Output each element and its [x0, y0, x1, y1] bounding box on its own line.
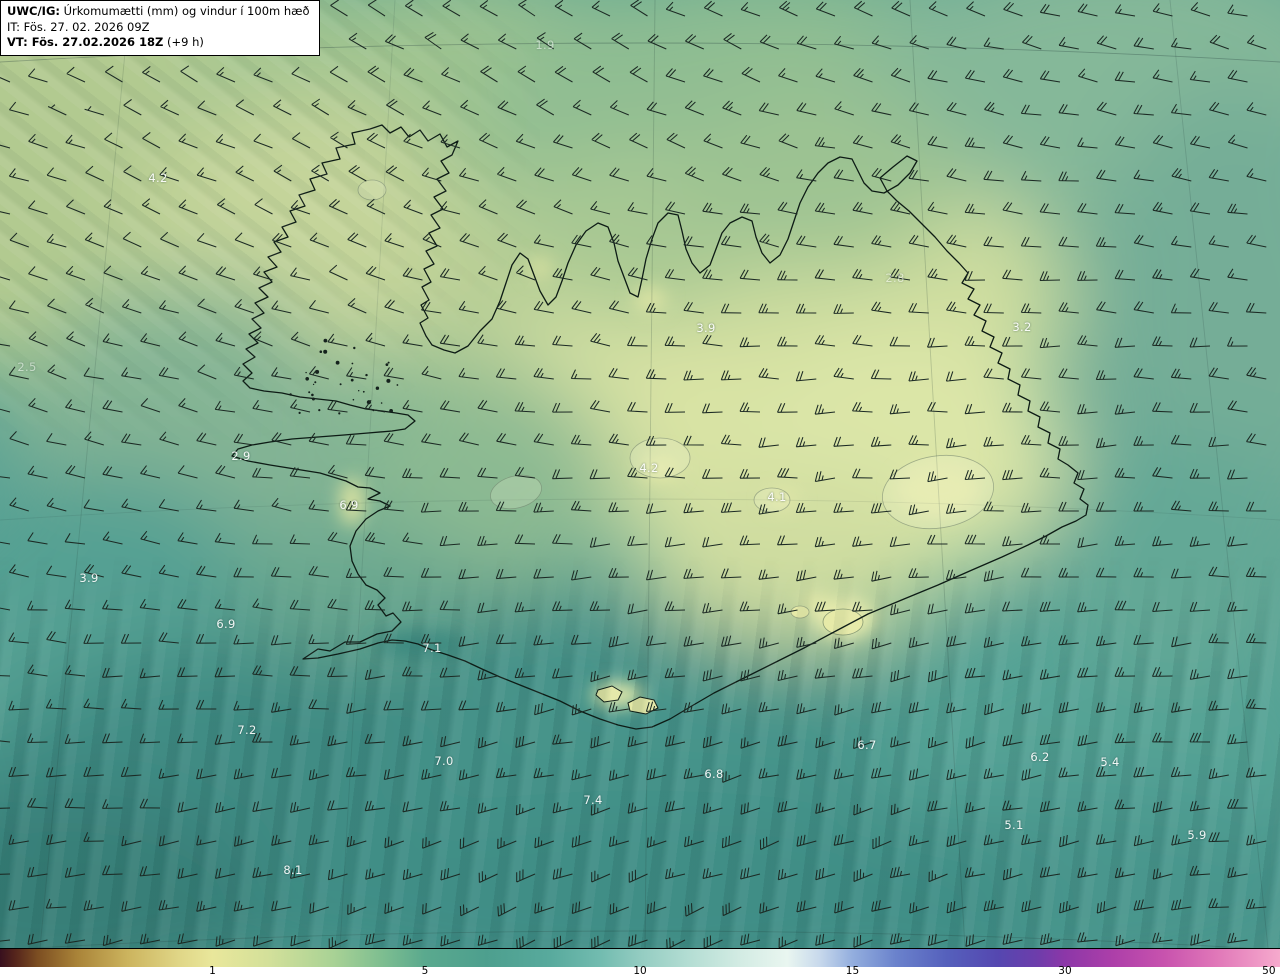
colorbar-tick: 5: [421, 965, 429, 977]
valid-time-offset: (+9 h): [166, 35, 204, 50]
init-time-line: IT: Fös. 27. 02. 2026 09Z: [7, 19, 150, 34]
colorbar-tick: 30: [1058, 965, 1072, 977]
colorbar: 1 5 10 15 30 50: [0, 948, 1280, 978]
colorbar-tick: 10: [633, 965, 647, 977]
weather-map-page: 4.2 1.9 2.8 3.9 3.2 2.5 2.9 4.2 4.1 6.9 3.9 6.9 7.1 7…: [0, 0, 1280, 978]
valid-time-line: VT: Fös. 27.02.2026 18Z (+9 h): [7, 35, 310, 51]
colorbar-tick: 1: [209, 965, 216, 977]
colorbar-tick: 15: [845, 965, 860, 977]
wind-barbs: [0, 0, 1267, 948]
product-title-line: UWC/IG: Úrkomumætti (mm) og vindur í 100…: [7, 4, 310, 20]
product-code: UWC/IG:: [7, 4, 60, 18]
map-title-box: UWC/IG: Úrkomumætti (mm) og vindur í 100…: [0, 0, 320, 56]
colorbar-ticks: 1 5 10 15 30 50: [0, 965, 1280, 978]
valid-time: VT: Fös. 27.02.2026 18Z: [7, 35, 164, 50]
product-title: Úrkomumætti (mm) og vindur í 100m hæð: [63, 4, 310, 18]
colorbar-tick: 50: [1262, 965, 1276, 977]
map-canvas: 4.2 1.9 2.8 3.9 3.2 2.5 2.9 4.2 4.1 6.9 3.9 6.9 7.1 7…: [0, 0, 1280, 948]
wind-barbs-layer: [0, 0, 1267, 948]
